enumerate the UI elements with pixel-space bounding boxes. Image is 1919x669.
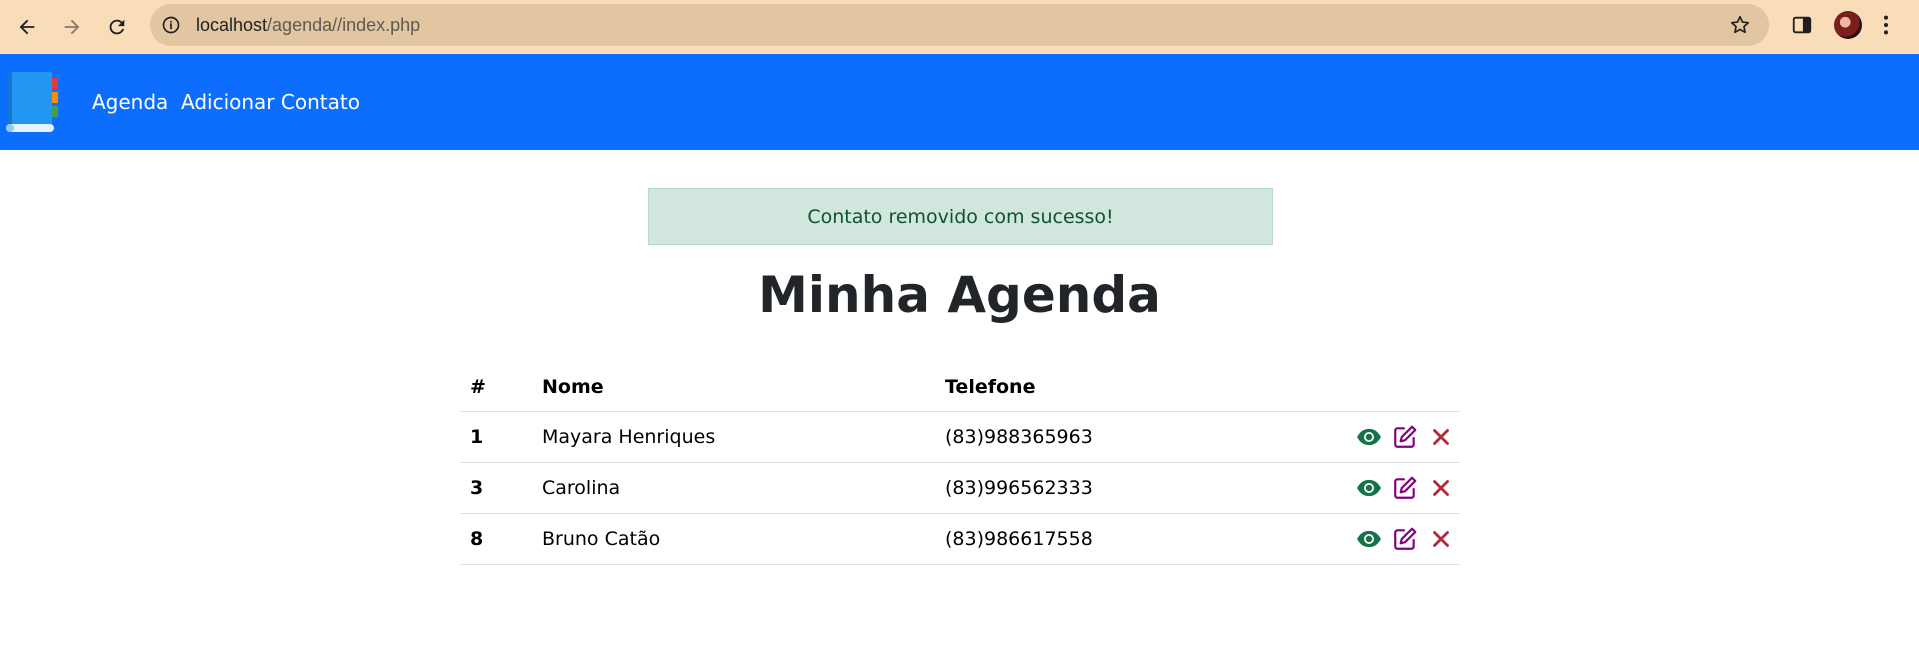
nav-link-agenda[interactable]: Agenda xyxy=(92,90,168,114)
address-bar[interactable]: localhost/agenda//index.php xyxy=(150,4,1769,46)
header-phone: Telefone xyxy=(945,376,1036,398)
table-row: 1 Mayara Henriques (83)988365963 xyxy=(460,412,1460,463)
table-row: 3 Carolina (83)996562333 xyxy=(460,463,1460,514)
row-actions xyxy=(1356,475,1454,501)
reload-button[interactable] xyxy=(101,11,133,43)
side-panel-icon[interactable] xyxy=(1791,14,1813,36)
row-id: 1 xyxy=(470,426,484,448)
url-text[interactable]: localhost/agenda//index.php xyxy=(196,4,420,46)
view-button[interactable] xyxy=(1356,424,1382,450)
alert-message: Contato removido com sucesso! xyxy=(807,205,1114,228)
delete-button[interactable] xyxy=(1428,526,1454,552)
address-book-logo[interactable] xyxy=(2,68,62,136)
row-name: Carolina xyxy=(542,477,621,499)
row-phone: (83)986617558 xyxy=(945,528,1093,550)
page-title: Minha Agenda xyxy=(758,266,1161,324)
edit-button[interactable] xyxy=(1392,424,1418,450)
delete-button[interactable] xyxy=(1428,475,1454,501)
row-phone: (83)988365963 xyxy=(945,426,1093,448)
edit-icon xyxy=(1394,527,1417,550)
edit-icon xyxy=(1394,425,1417,448)
table-row: 8 Bruno Catão (83)986617558 xyxy=(460,514,1460,565)
more-menu-icon[interactable] xyxy=(1882,14,1890,36)
view-button[interactable] xyxy=(1356,526,1382,552)
close-icon xyxy=(1433,480,1449,496)
row-id: 3 xyxy=(470,477,484,499)
reload-icon xyxy=(109,19,125,35)
nav-link-add-contact[interactable]: Adicionar Contato xyxy=(181,90,360,114)
row-name: Mayara Henriques xyxy=(542,426,716,448)
profile-avatar[interactable] xyxy=(1834,11,1862,39)
edit-button[interactable] xyxy=(1392,475,1418,501)
header-id: # xyxy=(470,376,486,398)
arrow-left-icon xyxy=(19,19,35,35)
forward-button[interactable] xyxy=(56,11,88,43)
back-button[interactable] xyxy=(11,11,43,43)
url-path: /agenda//index.php xyxy=(267,15,421,35)
header-name: Nome xyxy=(542,376,604,398)
success-alert: Contato removido com sucesso! xyxy=(648,188,1273,245)
row-name: Bruno Catão xyxy=(542,528,661,550)
row-phone: (83)996562333 xyxy=(945,477,1093,499)
url-host: localhost xyxy=(196,15,268,35)
eye-icon xyxy=(1357,479,1381,497)
arrow-right-icon xyxy=(64,19,80,35)
table-header: # Nome Telefone xyxy=(460,364,1460,412)
eye-icon xyxy=(1357,530,1381,548)
eye-icon xyxy=(1357,428,1381,446)
app-navbar: Agenda Adicionar Contato xyxy=(0,54,1919,150)
edit-icon xyxy=(1394,476,1417,499)
row-actions xyxy=(1356,424,1454,450)
row-actions xyxy=(1356,526,1454,552)
edit-button[interactable] xyxy=(1392,526,1418,552)
close-icon xyxy=(1433,429,1449,445)
row-id: 8 xyxy=(470,528,484,550)
contacts-table: # Nome Telefone 1 Mayara Henriques (83)9… xyxy=(460,364,1460,565)
browser-toolbar: localhost/agenda//index.php xyxy=(0,0,1919,54)
info-icon[interactable] xyxy=(161,15,181,35)
delete-button[interactable] xyxy=(1428,424,1454,450)
bookmark-star-icon[interactable] xyxy=(1729,14,1751,36)
view-button[interactable] xyxy=(1356,475,1382,501)
close-icon xyxy=(1433,531,1449,547)
